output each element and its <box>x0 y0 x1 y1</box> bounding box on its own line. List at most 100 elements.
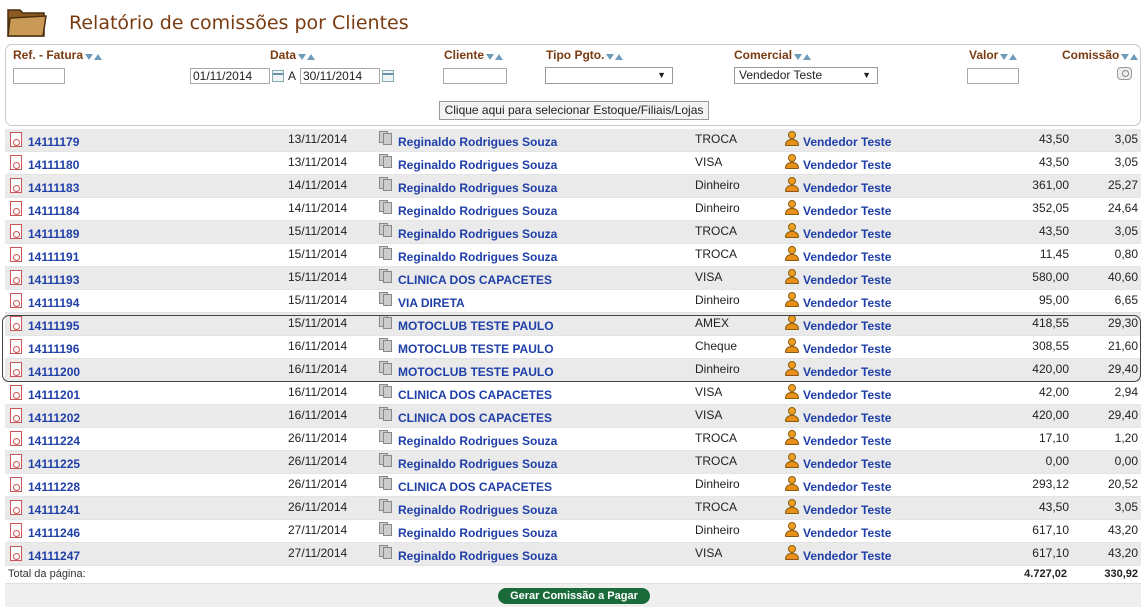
date-to-input[interactable]: 30/11/2014 <box>300 68 380 84</box>
table-row: 14111202 16/11/2014 CLINICA DOS CAPACETES V… <box>5 405 1141 428</box>
commercial-value: Vendedor Teste <box>739 68 823 82</box>
col-header-commission[interactable]: Comissão <box>1062 48 1139 63</box>
date-from-input[interactable]: 01/11/2014 <box>190 68 270 84</box>
col-header-payment[interactable]: Tipo Pgto. <box>546 48 624 63</box>
sort-icon[interactable] <box>485 49 504 63</box>
col-header-client[interactable]: Cliente <box>444 48 504 63</box>
document-icon[interactable] <box>10 224 22 239</box>
client-icon <box>379 361 395 384</box>
commission-table: 14111179 13/11/2014 Reginaldo Rodrigues So… <box>5 129 1141 607</box>
footer-bar: Gerar Comissão a Pagar <box>5 583 1141 607</box>
document-icon[interactable] <box>10 454 22 469</box>
document-icon[interactable] <box>10 546 22 561</box>
table-row: 14111201 16/11/2014 CLINICA DOS CAPACETES V… <box>5 382 1141 405</box>
table-row: 14111189 15/11/2014 Reginaldo Rodrigues So… <box>5 221 1141 244</box>
document-icon[interactable] <box>10 270 22 285</box>
client-icon <box>379 453 395 476</box>
person-icon <box>784 544 800 567</box>
document-icon[interactable] <box>10 178 22 193</box>
table-row: 14111247 27/11/2014 Reginaldo Rodrigues So… <box>5 543 1141 566</box>
document-icon[interactable] <box>10 201 22 216</box>
table-row: 14111200 16/11/2014 MOTOCLUB TESTE PAULO Di… <box>5 359 1141 382</box>
calendar-icon[interactable] <box>382 70 394 82</box>
totals-row: Total da página: 4.727,02 330,92 <box>5 566 1141 583</box>
select-stores-button[interactable]: Clique aqui para selecionar Estoque/Fili… <box>439 101 709 120</box>
table-row: 14111194 15/11/2014 VIA DIRETA Dinheiro Vend… <box>5 290 1141 313</box>
table-row: 14111179 13/11/2014 Reginaldo Rodrigues So… <box>5 129 1141 152</box>
table-row: 14111225 26/11/2014 Reginaldo Rodrigues So… <box>5 451 1141 474</box>
commercial-select[interactable]: Vendedor Teste ▼ <box>734 67 878 84</box>
client-filter-input[interactable] <box>443 68 507 84</box>
table-row: 14111228 26/11/2014 CLINICA DOS CAPACETES D… <box>5 474 1141 497</box>
client-icon <box>379 545 395 568</box>
ref-filter-input[interactable] <box>13 68 65 84</box>
client-icon <box>379 476 395 499</box>
person-icon <box>784 429 800 452</box>
col-header-value[interactable]: Valor <box>969 48 1018 63</box>
clear-filter-icon[interactable] <box>1117 67 1132 80</box>
document-icon[interactable] <box>10 247 22 262</box>
table-row: 14111241 26/11/2014 Reginaldo Rodrigues So… <box>5 497 1141 520</box>
document-icon[interactable] <box>10 155 22 170</box>
person-icon <box>784 314 800 337</box>
document-icon[interactable] <box>10 293 22 308</box>
document-icon[interactable] <box>10 408 22 423</box>
col-header-commercial[interactable]: Comercial <box>734 48 812 63</box>
client-icon <box>379 522 395 545</box>
document-icon[interactable] <box>10 339 22 354</box>
date-range-label: A <box>288 69 297 83</box>
table-row: 14111246 27/11/2014 Reginaldo Rodrigues So… <box>5 520 1141 543</box>
document-icon[interactable] <box>10 431 22 446</box>
total-commission: 330,92 <box>1104 568 1138 580</box>
sort-icon[interactable] <box>999 49 1018 63</box>
col-header-ref[interactable]: Ref. - Fatura <box>13 48 103 63</box>
document-icon[interactable] <box>10 523 22 538</box>
document-icon[interactable] <box>10 385 22 400</box>
table-row: 14111195 15/11/2014 MOTOCLUB TESTE PAULO AM… <box>5 313 1141 336</box>
total-value: 4.727,02 <box>1024 568 1067 580</box>
sort-icon[interactable] <box>793 49 812 63</box>
document-icon[interactable] <box>10 477 22 492</box>
sort-icon[interactable] <box>84 49 103 63</box>
table-row: 14111196 16/11/2014 MOTOCLUB TESTE PAULO Ch… <box>5 336 1141 359</box>
person-icon <box>784 130 800 153</box>
person-icon <box>784 245 800 268</box>
folder-icon <box>7 9 47 37</box>
totals-label: Total da página: <box>8 568 86 580</box>
client-icon <box>379 246 395 269</box>
calendar-icon[interactable] <box>272 70 284 82</box>
table-row: 14111183 14/11/2014 Reginaldo Rodrigues So… <box>5 175 1141 198</box>
client-icon <box>379 269 395 292</box>
client-icon <box>379 223 395 246</box>
client-icon <box>379 384 395 407</box>
document-icon[interactable] <box>10 132 22 147</box>
sort-icon[interactable] <box>1120 49 1139 63</box>
client-icon <box>379 338 395 361</box>
generate-commission-button[interactable]: Gerar Comissão a Pagar <box>498 588 650 604</box>
dropdown-arrow-icon: ▼ <box>657 70 666 80</box>
page-title: Relatório de comissões por Clientes <box>69 12 409 34</box>
sort-icon[interactable] <box>297 49 316 63</box>
client-icon <box>379 292 395 315</box>
person-icon <box>784 291 800 314</box>
person-icon <box>784 176 800 199</box>
person-icon <box>784 153 800 176</box>
filter-panel: Ref. - Fatura Data Cliente Tipo Pgto. Co… <box>5 44 1141 126</box>
person-icon <box>784 521 800 544</box>
table-row: 14111193 15/11/2014 CLINICA DOS CAPACETES V… <box>5 267 1141 290</box>
document-icon[interactable] <box>10 316 22 331</box>
document-icon[interactable] <box>10 362 22 377</box>
page-header: Relatório de comissões por Clientes <box>6 2 1141 42</box>
table-row: 14111180 13/11/2014 Reginaldo Rodrigues So… <box>5 152 1141 175</box>
client-icon <box>379 430 395 453</box>
client-icon <box>379 131 395 154</box>
col-header-date[interactable]: Data <box>270 48 316 63</box>
document-icon[interactable] <box>10 500 22 515</box>
client-icon <box>379 200 395 223</box>
payment-type-select[interactable]: ▼ <box>545 67 673 84</box>
person-icon <box>784 475 800 498</box>
value-filter-input[interactable] <box>967 68 1019 84</box>
client-icon <box>379 499 395 522</box>
sort-icon[interactable] <box>605 49 624 63</box>
person-icon <box>784 199 800 222</box>
